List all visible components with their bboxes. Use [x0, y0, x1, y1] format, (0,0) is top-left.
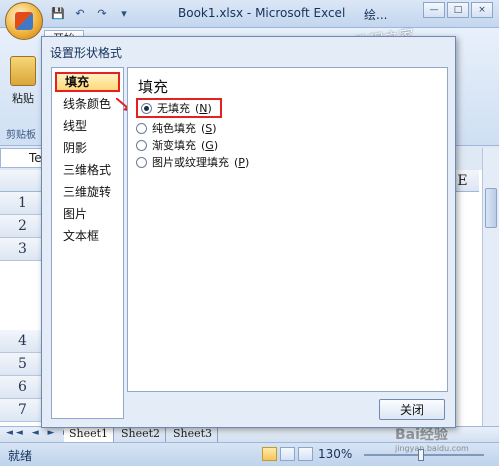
zoom-level[interactable]: 130%	[318, 447, 352, 461]
sheet-tab[interactable]: Sheet2	[116, 427, 167, 442]
radio-solid-fill[interactable]	[136, 122, 147, 134]
minimize-button[interactable]: —	[423, 2, 445, 18]
option-no-fill[interactable]: 无填充 (N)	[136, 98, 222, 118]
close-window-button[interactable]: ×	[471, 2, 493, 18]
maximize-button[interactable]: □	[447, 2, 469, 18]
watermark-bottom-url: jingyan.baidu.com	[395, 444, 469, 453]
option-picture-fill-key: (P)	[234, 155, 250, 169]
option-picture-fill-label: 图片或纹理填充	[152, 156, 229, 169]
quick-access-toolbar: 💾 ↶ ↷ ▾	[50, 5, 132, 21]
close-button[interactable]: 关闭	[379, 399, 445, 420]
option-gradient-fill-key: (G)	[201, 138, 219, 152]
row-header[interactable]: 3	[0, 238, 46, 261]
option-solid-fill[interactable]: 纯色填充 (S)	[136, 119, 217, 137]
title-bar: 💾 ↶ ↷ ▾ Book1.xlsx - Microsoft Excel 绘..…	[0, 0, 499, 28]
zoom-slider[interactable]	[364, 449, 484, 461]
save-icon[interactable]: 💾	[50, 5, 66, 21]
radio-gradient-fill[interactable]	[136, 139, 147, 151]
status-text: 就绪	[8, 449, 33, 463]
office-button[interactable]	[5, 2, 43, 40]
sheet-tab[interactable]: Sheet3	[168, 427, 219, 442]
accel-key: N	[199, 101, 208, 115]
nav-item-text-box[interactable]: 文本框	[55, 226, 120, 246]
page-break-view-button[interactable]	[298, 447, 313, 461]
radio-picture-fill[interactable]	[136, 156, 147, 168]
row-header[interactable]: 5	[0, 353, 46, 376]
option-solid-fill-key: (S)	[201, 121, 217, 135]
office-logo-icon	[15, 12, 33, 30]
clipboard-icon	[10, 56, 36, 86]
option-no-fill-label: 无填充	[157, 102, 190, 115]
nav-item-line-color[interactable]: 线条颜色	[55, 94, 120, 114]
panel-heading: 填充	[138, 78, 169, 96]
format-shape-dialog: 设置形状格式 填充 线条颜色 线型 阴影 三维格式 三维旋转 图片 文本框 填充…	[41, 36, 456, 428]
option-no-fill-key: (N)	[195, 101, 212, 115]
watermark-bottom: Bai经验 jingyan.baidu.com	[395, 424, 469, 453]
contextual-tab-title: 绘...	[364, 8, 388, 22]
page-layout-view-button[interactable]	[280, 447, 295, 461]
watermark-bottom-text: Bai经验	[395, 427, 448, 443]
customize-qat-icon[interactable]: ▾	[116, 5, 132, 21]
normal-view-button[interactable]	[262, 447, 277, 461]
vertical-scrollbar[interactable]	[482, 148, 499, 426]
row-header[interactable]: 7	[0, 399, 46, 422]
nav-item-fill[interactable]: 填充	[55, 72, 120, 92]
scrollbar-thumb[interactable]	[485, 188, 497, 228]
radio-no-fill[interactable]	[141, 102, 152, 114]
dialog-title: 设置形状格式	[50, 46, 123, 60]
paste-label: 粘贴	[12, 92, 34, 105]
sheet-tab[interactable]: Sheet1	[64, 427, 115, 442]
dialog-category-list: 填充 线条颜色 线型 阴影 三维格式 三维旋转 图片 文本框	[51, 67, 124, 419]
redo-icon[interactable]: ↷	[94, 5, 110, 21]
accel-key: G	[205, 138, 214, 152]
row-header[interactable]: 2	[0, 215, 46, 238]
undo-icon[interactable]: ↶	[72, 5, 88, 21]
fill-options-panel: 填充 无填充 (N) 纯色填充 (S) 渐变填充 (G) 图片或纹理填充 (P)	[127, 67, 448, 392]
accel-key: S	[205, 121, 213, 135]
row-header[interactable]: 6	[0, 376, 46, 399]
window-title: Book1.xlsx - Microsoft Excel	[178, 6, 346, 20]
window-controls: — □ ×	[423, 2, 493, 18]
nav-item-3d-format[interactable]: 三维格式	[55, 160, 120, 180]
select-all-corner[interactable]	[0, 170, 46, 192]
nav-item-shadow[interactable]: 阴影	[55, 138, 120, 158]
nav-item-picture[interactable]: 图片	[55, 204, 120, 224]
row-header[interactable]: 4	[0, 330, 46, 353]
paste-button[interactable]: 粘贴	[8, 56, 38, 122]
clipboard-group-label: 剪贴板	[6, 130, 36, 141]
row-header[interactable]: 1	[0, 192, 46, 215]
option-gradient-fill-label: 渐变填充	[152, 139, 196, 152]
option-gradient-fill[interactable]: 渐变填充 (G)	[136, 136, 218, 154]
option-picture-fill[interactable]: 图片或纹理填充 (P)	[136, 153, 249, 171]
view-buttons	[262, 447, 313, 461]
nav-item-3d-rotation[interactable]: 三维旋转	[55, 182, 120, 202]
accel-key: P	[238, 155, 245, 169]
option-solid-fill-label: 纯色填充	[152, 122, 196, 135]
nav-item-line-style[interactable]: 线型	[55, 116, 120, 136]
